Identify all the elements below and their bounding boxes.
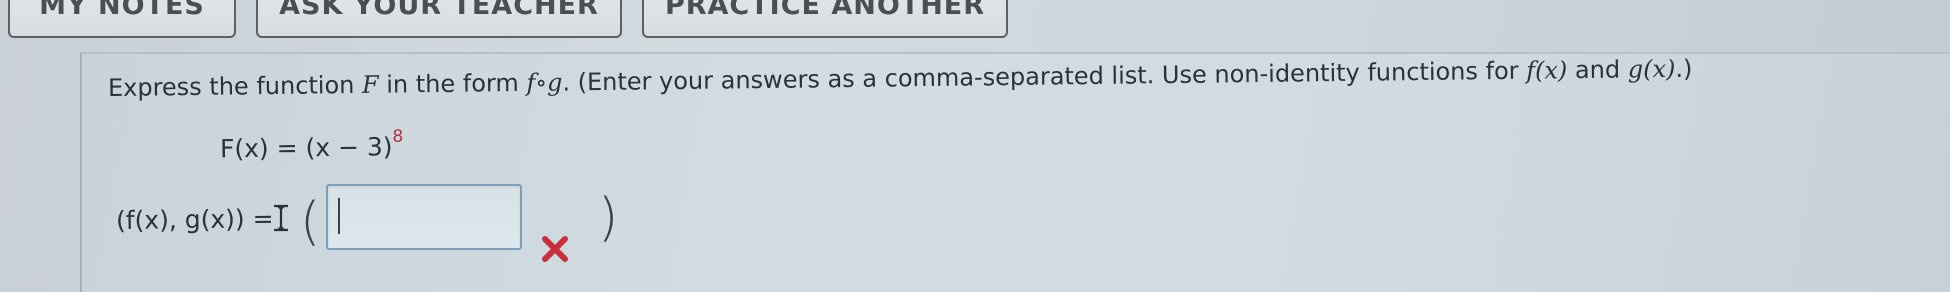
text-cursor-icon [274,204,288,232]
my-notes-button[interactable]: MY NOTES [8,0,236,38]
formula-exponent: 8 [392,126,404,147]
ask-your-teacher-button[interactable]: ASK YOUR TEACHER [256,0,622,38]
prompt-and: and [1567,55,1628,85]
prompt-composition: f∘g [526,68,563,97]
my-notes-label: MY NOTES [39,0,205,21]
prompt-text-2: in the form [378,68,527,99]
input-caret [338,198,340,234]
prompt-fx: f(x) [1526,56,1568,85]
answer-input[interactable] [326,184,522,250]
prompt-text-1: Express the function [107,70,363,102]
prompt-gx: g(x) [1627,54,1676,84]
x-mark-icon [542,236,568,262]
practice-another-button[interactable]: PRACTICE ANOTHER [642,0,1008,38]
function-formula: F(x) = (x − 3)8 [219,127,404,164]
prompt-function-F: F [361,70,379,99]
open-parenthesis: ( [300,192,321,252]
practice-another-label: PRACTICE ANOTHER [664,0,986,21]
close-parenthesis: ) [598,188,619,248]
ask-your-teacher-label: ASK YOUR TEACHER [279,0,599,21]
answer-label: (f(x), g(x)) = [115,204,274,235]
formula-base: F(x) = (x − 3) [219,132,393,164]
prompt-end: .) [1675,54,1693,83]
